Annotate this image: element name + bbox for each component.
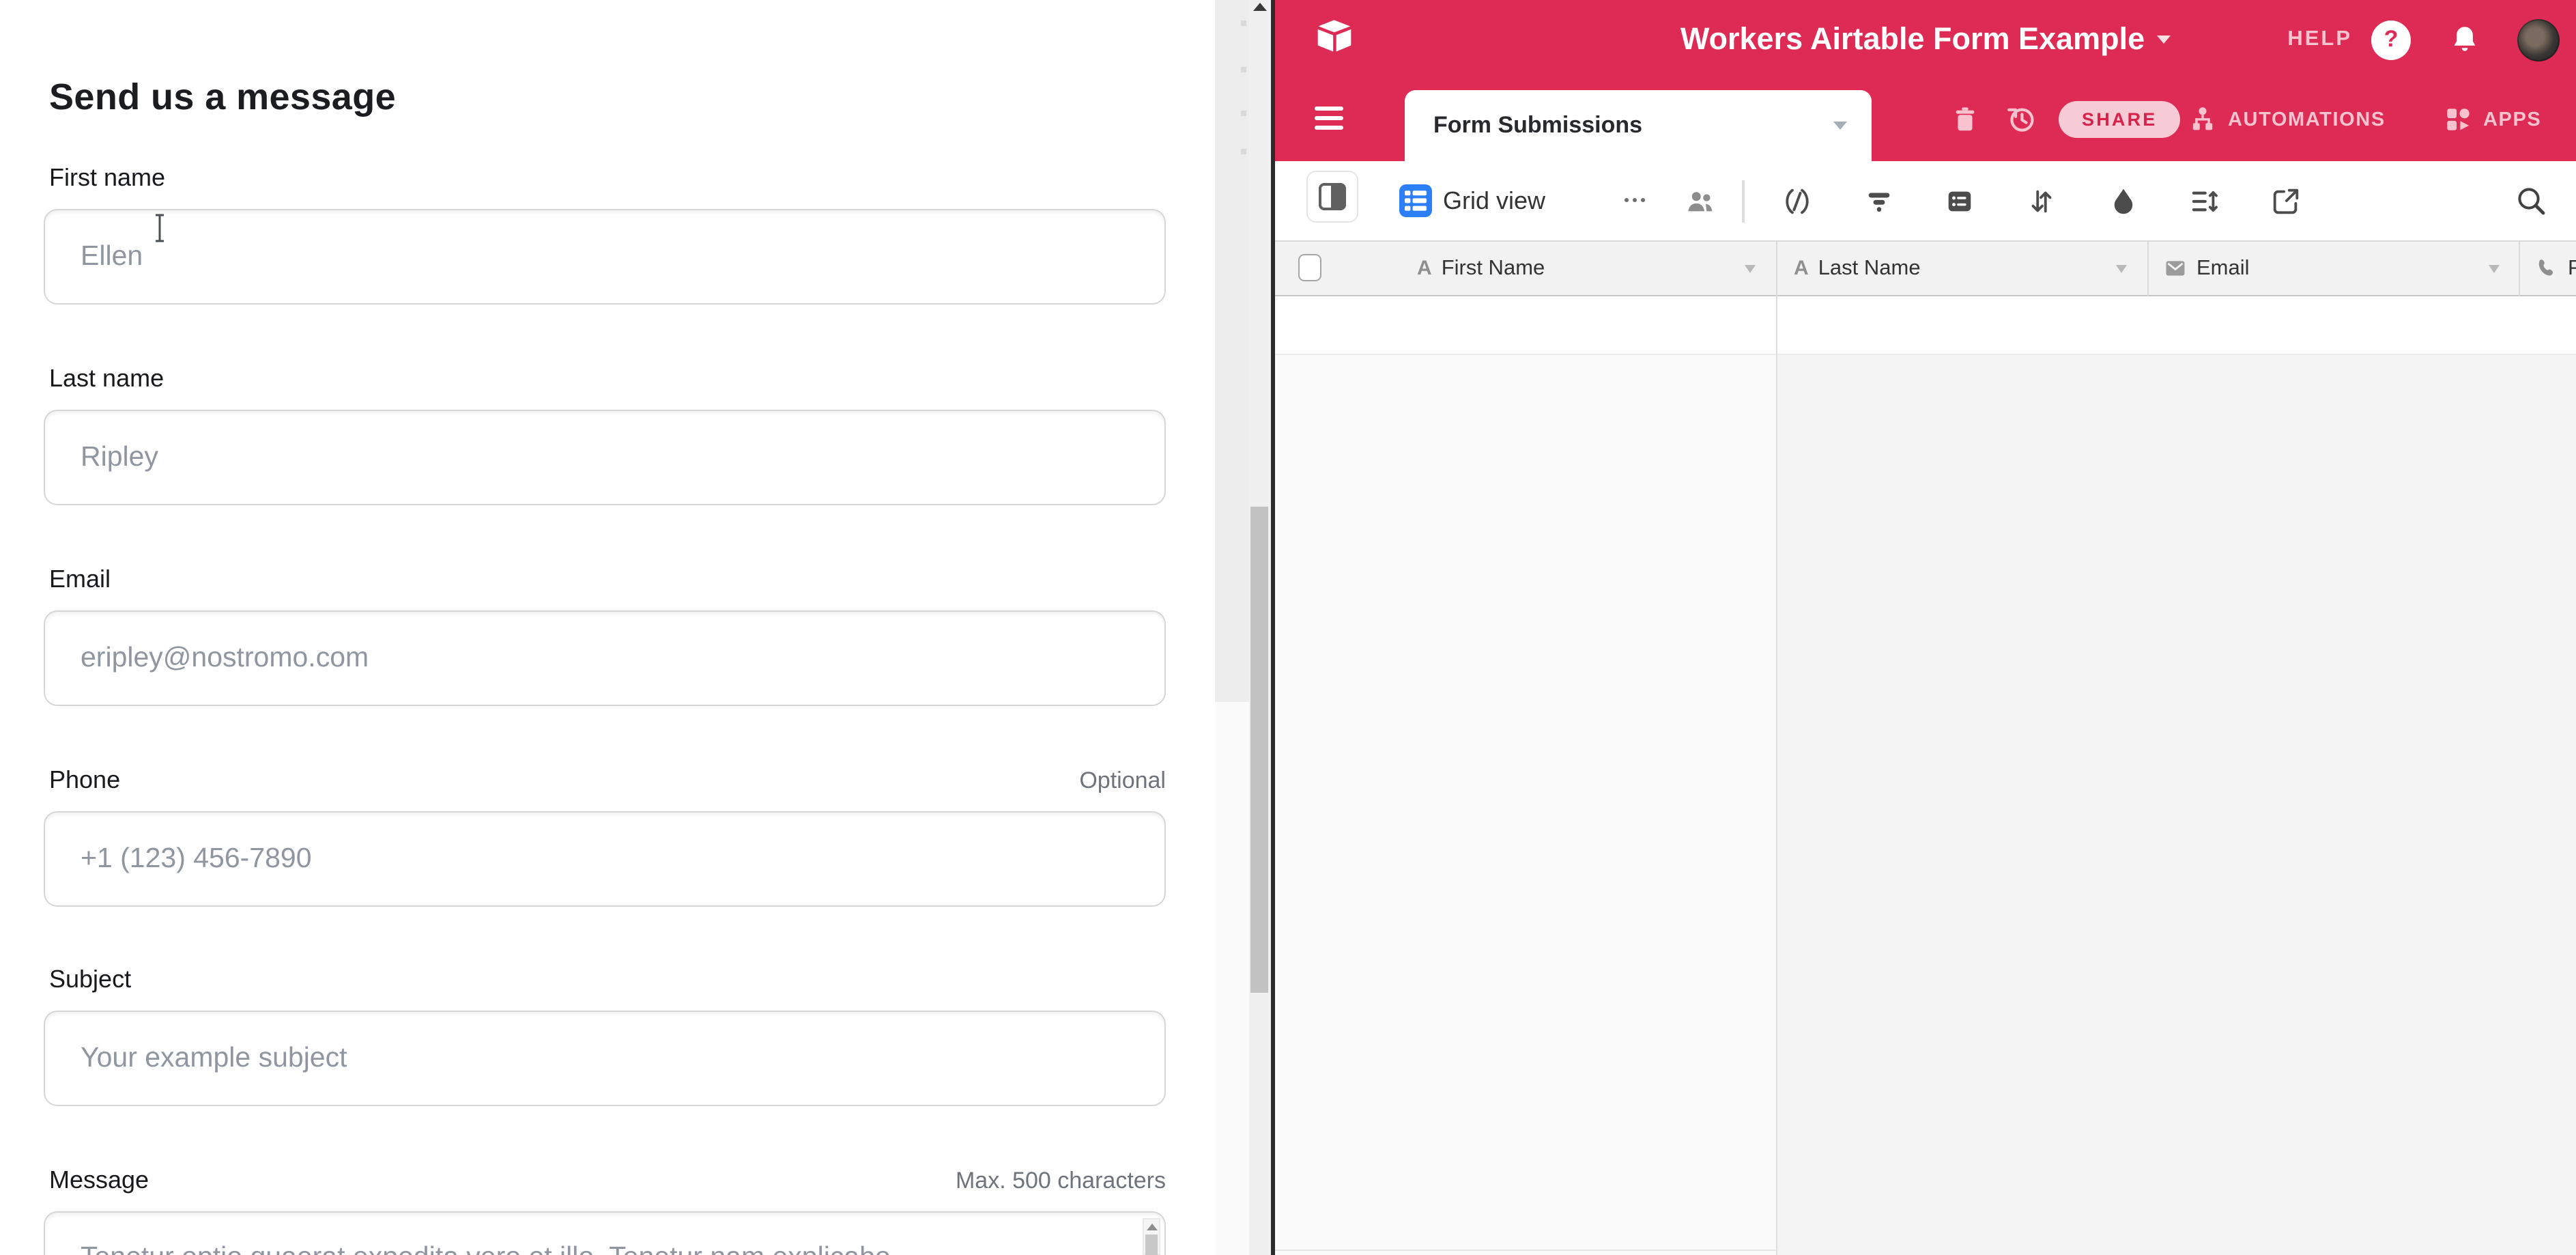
- column-name: Phone: [2568, 256, 2576, 281]
- filter-icon[interactable]: [1863, 186, 1895, 217]
- column-name: First Name: [1442, 256, 1545, 281]
- column-separator: [1776, 240, 1777, 296]
- email-label: Email: [49, 565, 111, 594]
- automations-button[interactable]: AUTOMATIONS: [2187, 104, 2386, 135]
- textarea-scrollbar-up-icon[interactable]: [1147, 1224, 1158, 1230]
- grid-body-right: [1777, 355, 2576, 1255]
- help-button[interactable]: HELP: [2287, 27, 2352, 52]
- text-field-icon: A: [1417, 257, 1432, 280]
- column-separator: [2147, 240, 2149, 296]
- apps-label: APPS: [2483, 109, 2541, 130]
- add-row[interactable]: +: [1275, 296, 2576, 355]
- first-name-label: First name: [49, 164, 165, 193]
- column-header-first-name[interactable]: A First Name: [1417, 240, 1775, 296]
- apps-icon: [2442, 104, 2474, 135]
- screen: Send us a message First name Last name E…: [0, 0, 2576, 1255]
- subject-label: Subject: [49, 965, 131, 994]
- hide-fields-icon[interactable]: [1781, 186, 1813, 217]
- email-input[interactable]: [44, 610, 1166, 706]
- airtable-topbar: Workers Airtable Form Example HELP ?: [1275, 0, 2576, 79]
- phone-optional-hint: Optional: [1079, 767, 1166, 795]
- text-field-icon: A: [1794, 257, 1809, 280]
- column-name: Email: [2196, 256, 2250, 281]
- select-all-checkbox[interactable]: [1298, 254, 1321, 281]
- toolbar-divider: [1742, 180, 1744, 223]
- apps-button[interactable]: APPS: [2442, 104, 2541, 135]
- column-header-last-name[interactable]: A Last Name: [1794, 240, 2146, 296]
- sidebar-panel-icon: [1319, 183, 1346, 210]
- airtable-panel: Workers Airtable Form Example HELP ? For: [1275, 0, 2576, 1255]
- view-sidebar-toggle-button[interactable]: [1306, 171, 1358, 223]
- share-view-icon[interactable]: [2270, 186, 2302, 217]
- splitter-dot: [1241, 149, 1246, 154]
- base-title: Workers Airtable Form Example: [1680, 22, 2145, 57]
- sidebar-menu-icon[interactable]: [1315, 107, 1343, 130]
- column-separator: [2519, 240, 2520, 296]
- share-button[interactable]: SHARE: [2059, 101, 2181, 138]
- automations-icon: [2187, 104, 2218, 135]
- left-pane-scrollbar-up-icon[interactable]: [1253, 3, 1267, 11]
- splitter-dot: [1241, 67, 1246, 72]
- contact-form-panel: Send us a message First name Last name E…: [0, 0, 1215, 1255]
- sort-icon[interactable]: [2026, 186, 2057, 217]
- chevron-down-icon: [2116, 264, 2127, 272]
- page-scrollbar-gutter-lower: [1215, 702, 1249, 1255]
- topbar-actions: HELP ?: [2287, 0, 2560, 79]
- last-name-label: Last name: [49, 365, 164, 393]
- text-cursor-icon: [153, 213, 167, 243]
- phone-label: Phone: [49, 766, 120, 795]
- automations-label: AUTOMATIONS: [2228, 109, 2386, 130]
- message-maxchars-hint: Max. 500 characters: [956, 1168, 1166, 1195]
- chevron-down-icon: [1833, 122, 1847, 130]
- collaborators-icon[interactable]: [1685, 186, 1716, 217]
- group-icon[interactable]: [1944, 186, 1975, 217]
- email-field-icon: [2164, 257, 2187, 280]
- phone-input[interactable]: [44, 811, 1166, 907]
- notifications-bell-icon[interactable]: [2448, 23, 2482, 57]
- splitter-dot: [1241, 20, 1246, 25]
- grid-body-bottom-line: [1275, 1250, 1776, 1251]
- message-label: Message: [49, 1166, 149, 1195]
- phone-field-icon: [2535, 257, 2558, 280]
- help-question-icon[interactable]: ?: [2371, 20, 2411, 59]
- grid-body-left: [1275, 355, 1776, 1255]
- record-color-icon[interactable]: [2108, 186, 2139, 217]
- chevron-down-icon: [1745, 264, 1756, 272]
- textarea-scrollbar-thumb[interactable]: [1145, 1235, 1158, 1255]
- row-height-icon[interactable]: [2188, 186, 2220, 217]
- message-textarea[interactable]: [44, 1211, 1166, 1255]
- grid-view-icon: [1399, 184, 1432, 217]
- form-title: Send us a message: [49, 76, 396, 119]
- column-name: Last Name: [1818, 256, 1921, 281]
- last-name-input[interactable]: [44, 410, 1166, 505]
- user-avatar[interactable]: [2517, 18, 2560, 61]
- table-tab-form-submissions[interactable]: Form Submissions: [1405, 90, 1872, 161]
- search-icon[interactable]: [2515, 184, 2547, 217]
- first-name-input[interactable]: [44, 209, 1166, 305]
- history-icon[interactable]: [2004, 102, 2038, 137]
- left-pane-scrollbar-thumb[interactable]: [1250, 507, 1268, 993]
- table-tab-label: Form Submissions: [1433, 112, 1642, 139]
- subject-input[interactable]: [44, 1011, 1166, 1106]
- more-options-icon[interactable]: [1625, 198, 1646, 203]
- chevron-down-icon: [2489, 264, 2500, 272]
- column-header-phone[interactable]: Phone: [2535, 240, 2576, 296]
- grid-view-button[interactable]: Grid view: [1399, 184, 1545, 217]
- chevron-down-icon: [2157, 36, 2171, 44]
- airtable-tabbar: Form Submissions SHARE: [1275, 79, 2576, 161]
- trash-icon[interactable]: [1949, 104, 1981, 135]
- share-label: SHARE: [2082, 109, 2158, 130]
- view-name-label: Grid view: [1443, 186, 1545, 215]
- view-toolbar: Grid view: [1275, 161, 2576, 240]
- splitter-dot: [1241, 111, 1246, 115]
- column-header-email[interactable]: Email: [2164, 240, 2519, 296]
